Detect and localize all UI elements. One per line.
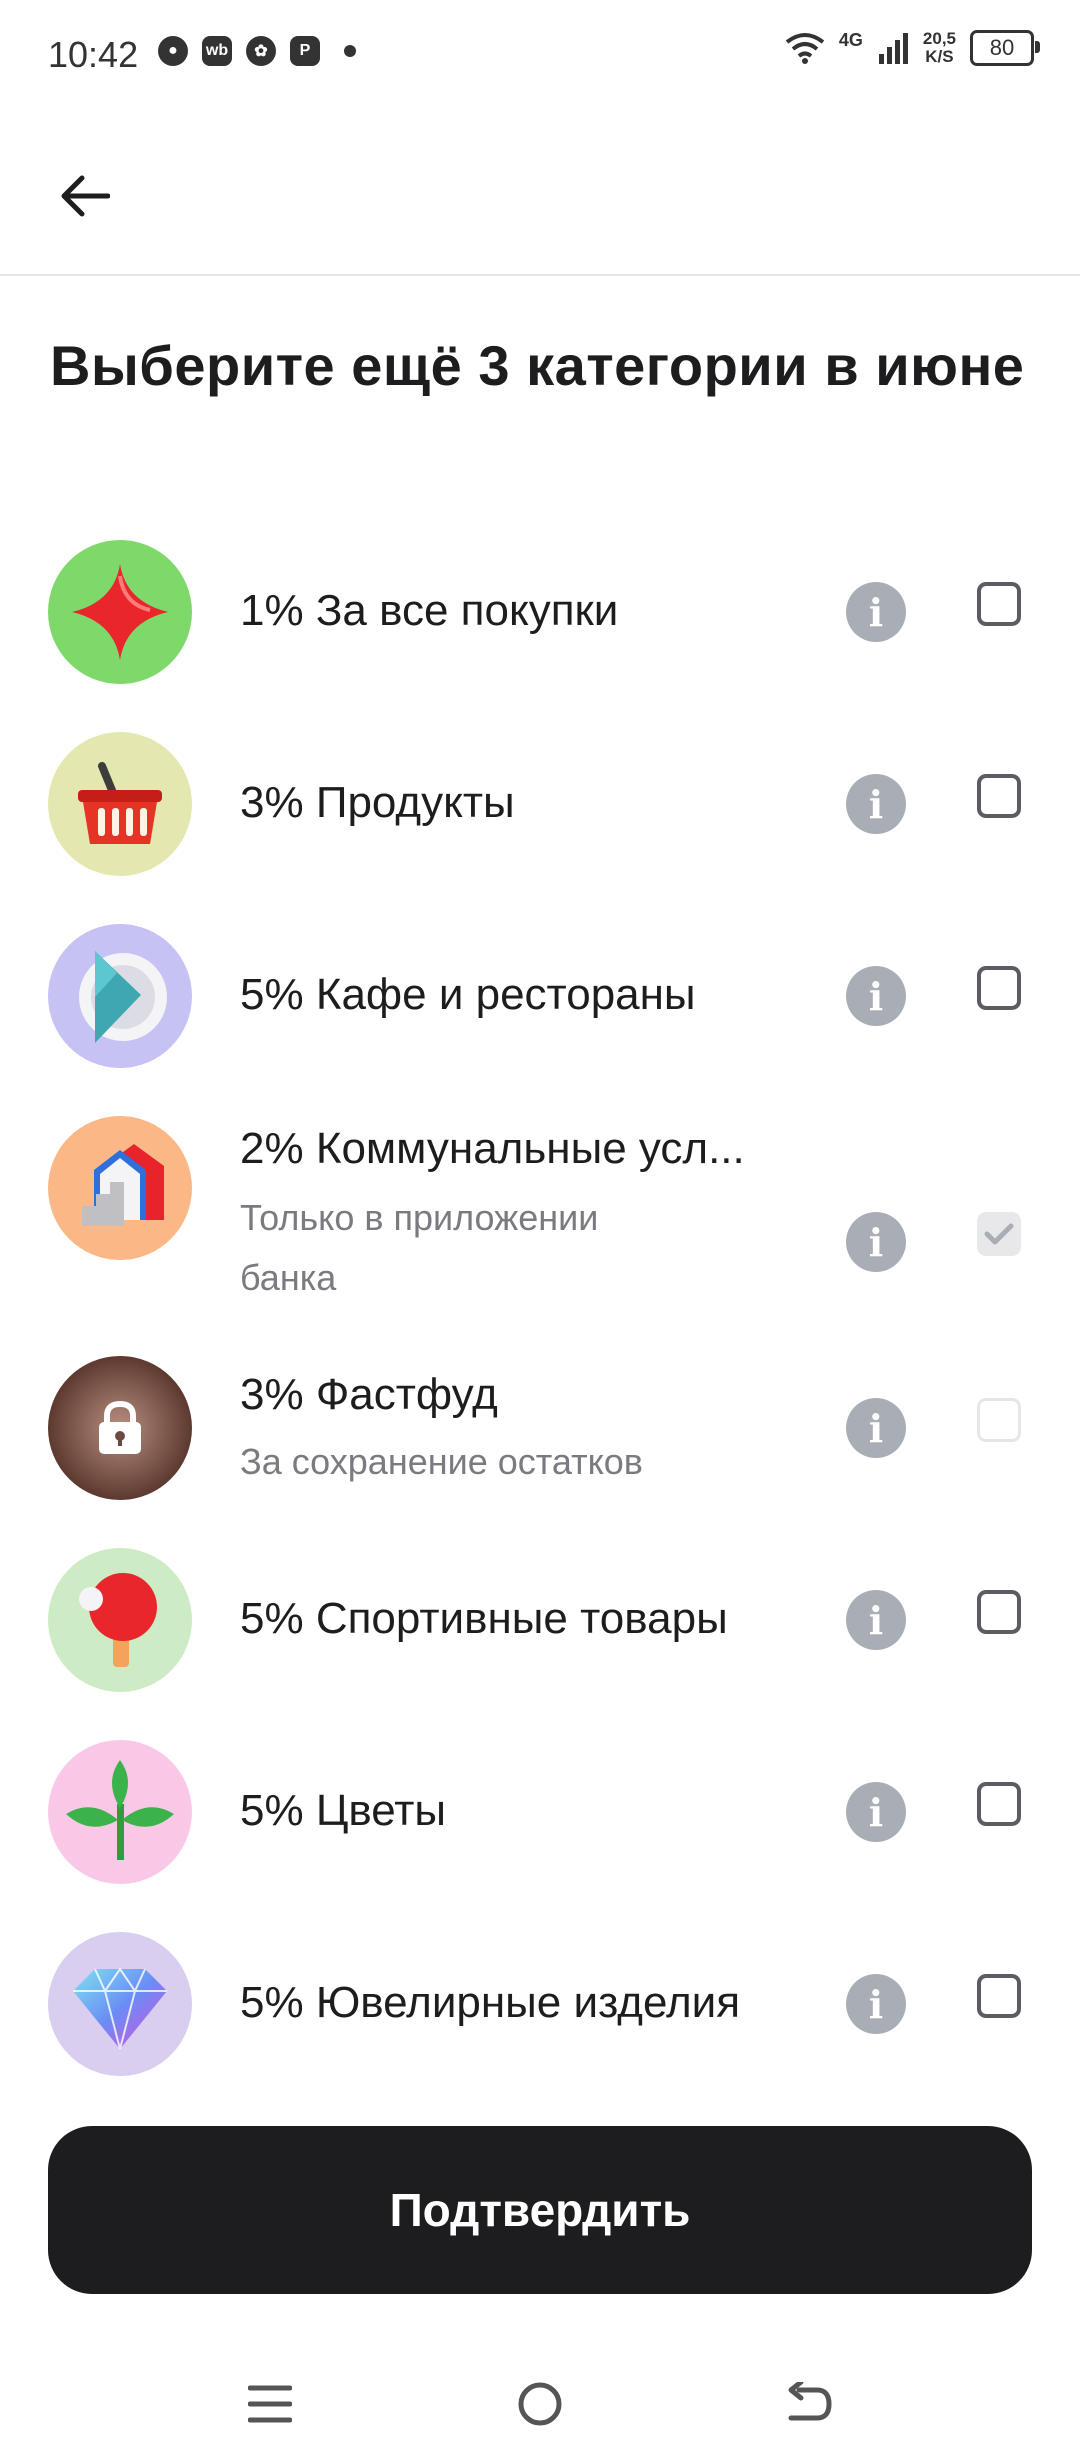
clover-notification-icon: ✿ [246,36,276,66]
check-icon [984,1223,1014,1245]
category-avatar [48,1116,192,1260]
wb-notification-icon: wb [202,36,232,66]
category-row[interactable]: 5% Ювелирные изделия i [0,1932,1080,2076]
star-icon [72,564,168,660]
nav-home-button[interactable] [500,2364,580,2444]
back-icon [788,2382,832,2421]
network-speed: 20,5 K/S [923,30,956,66]
info-icon[interactable]: i [846,1974,906,2034]
category-avatar [48,1356,192,1500]
category-label: 5% Цветы [240,1786,447,1835]
wifi-icon [785,33,825,64]
home-icon [518,2382,562,2426]
category-checkbox[interactable] [977,774,1021,818]
info-icon[interactable]: i [846,966,906,1026]
speed-unit: K/S [925,47,954,66]
more-notifications-icon [344,45,356,57]
page-title: Выберите ещё 3 категории в июне [50,334,1025,397]
info-icon[interactable]: i [846,1398,906,1458]
category-label: 1% За все покупки [240,586,619,635]
app-notification-icon: P [290,36,320,66]
category-avatar [48,1932,192,2076]
category-avatar [48,1740,192,1884]
category-checkbox[interactable] [977,1974,1021,2018]
lock-icon [99,1400,141,1454]
category-row[interactable]: 1% За все покупки i [0,540,1080,684]
status-bar: 10:42 ● wb ✿ P 4G 20,5 K/S 80 [0,0,1080,110]
house-icon [82,1144,164,1226]
category-checkbox[interactable] [977,1782,1021,1826]
category-subtitle: За сохранение остатков [240,1441,643,1482]
plate-icon [79,951,167,1043]
category-label: 3% Фастфуд [240,1370,498,1419]
menu-icon [248,2385,292,2423]
category-checkbox[interactable] [977,1590,1021,1634]
category-subtitle: Только в приложении банка [240,1197,599,1298]
system-nav-bar [0,2340,1080,2460]
top-app-bar [0,110,1080,276]
diamond-icon [73,1967,167,2050]
category-label: 5% Кафе и рестораны [240,970,696,1019]
category-label: 5% Спортивные товары [240,1594,728,1643]
category-row[interactable]: 2% Коммунальные усл... Только в приложен… [0,1116,1080,1316]
category-avatar [48,540,192,684]
info-icon[interactable]: i [846,774,906,834]
info-icon[interactable]: i [846,1590,906,1650]
chat-notification-icon: ● [158,36,188,66]
category-checkbox[interactable] [977,582,1021,626]
category-row: 3% Фастфуд За сохранение остатков i [0,1356,1080,1500]
category-row[interactable]: 3% Продукты i [0,732,1080,876]
category-row[interactable]: 5% Спортивные товары i [0,1548,1080,1692]
status-time: 10:42 [48,34,139,75]
network-type: 4G [838,29,863,50]
category-row[interactable]: 5% Цветы i [0,1740,1080,1884]
speed-value: 20,5 [922,29,956,48]
nav-menu-button[interactable] [230,2364,310,2444]
back-button[interactable] [44,156,124,236]
battery-indicator: 80 [970,30,1040,66]
category-checkbox [977,1398,1021,1442]
category-avatar [48,732,192,876]
arrow-left-icon [61,175,110,217]
category-label: 5% Ювелирные изделия [240,1978,741,2027]
info-icon[interactable]: i [846,1782,906,1842]
notification-icons: ● wb ✿ P [158,36,356,66]
basket-icon [78,762,162,844]
confirm-button[interactable]: Подтвердить [48,2126,1032,2294]
info-icon[interactable]: i [846,1212,906,1272]
category-row[interactable]: 5% Кафе и рестораны i [0,924,1080,1068]
category-avatar [48,1548,192,1692]
category-label: 2% Коммунальные усл... [240,1124,745,1173]
nav-back-button[interactable] [770,2364,850,2444]
ping-pong-icon [79,1573,157,1667]
category-label: 3% Продукты [240,778,515,827]
category-checkbox[interactable] [977,966,1021,1010]
signal-icon [878,33,908,64]
info-icon[interactable]: i [846,582,906,642]
category-checkbox[interactable] [977,1212,1021,1256]
plant-icon [66,1760,174,1860]
category-avatar [48,924,192,1068]
